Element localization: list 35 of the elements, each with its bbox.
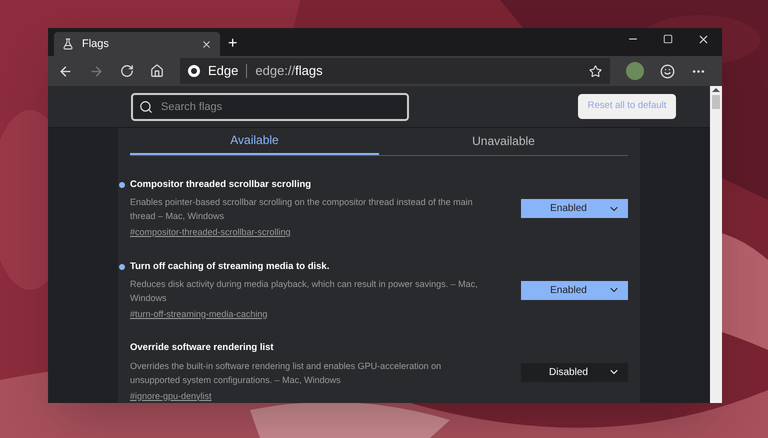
flag-select[interactable]: Enabled — [521, 280, 628, 300]
flag-select[interactable]: Disabled — [521, 362, 628, 382]
reload-icon[interactable] — [120, 64, 134, 78]
home-icon[interactable] — [150, 64, 164, 78]
flag-description: Reduces disk activity during media playback, which can result in power savings. – Mac, Windows — [130, 278, 479, 305]
profile-avatar[interactable] — [626, 62, 644, 80]
flag-link[interactable]: #compositor-threaded-scrollbar-scrolling — [130, 226, 521, 240]
browser-tab[interactable]: Flags — [54, 32, 220, 56]
category-tab[interactable]: Unavailable — [379, 128, 628, 155]
site-name: Edge — [208, 62, 238, 80]
flag-link[interactable]: #turn-off-streaming-media-caching — [130, 308, 521, 322]
scrollbar[interactable] — [710, 86, 722, 403]
close-tab-icon[interactable] — [201, 38, 212, 50]
edge-logo-icon — [188, 65, 200, 77]
flag-description: Overrides the built-in software rendering list and enables GPU-acceleration on unsupported system configurations. – Mac, Windows — [130, 360, 442, 386]
forward-icon[interactable] — [89, 64, 104, 78]
flag-link[interactable]: #ignore-gpu-denylist — [130, 390, 521, 403]
search-icon — [139, 100, 153, 114]
tab-title: Flags — [82, 36, 110, 52]
category-tab[interactable]: Available — [130, 128, 379, 155]
favorite-star-icon[interactable] — [589, 64, 602, 78]
maximize-icon[interactable] — [663, 34, 673, 44]
flag-title: Override software rendering list — [130, 341, 274, 356]
url-text: edge://flags — [255, 62, 323, 80]
flag-select[interactable]: Enabled — [521, 199, 628, 218]
smiley-icon[interactable] — [660, 64, 675, 78]
flag-title: Turn off caching of streaming media to disk. — [130, 260, 330, 274]
flag-description: Enables pointer-based scrollbar scrolling on the compositor thread instead of the main thread – Mac, Windows — [130, 196, 474, 223]
new-tab-button[interactable]: + — [220, 32, 246, 56]
close-icon[interactable] — [697, 32, 710, 46]
back-icon[interactable] — [58, 64, 73, 78]
search-field[interactable]: Search flags — [131, 92, 409, 120]
flag-title: Compositor threaded scrollbar scrolling — [130, 178, 312, 192]
flask-icon — [62, 38, 74, 50]
address-bar[interactable]: Edge edge://flags — [180, 58, 610, 84]
